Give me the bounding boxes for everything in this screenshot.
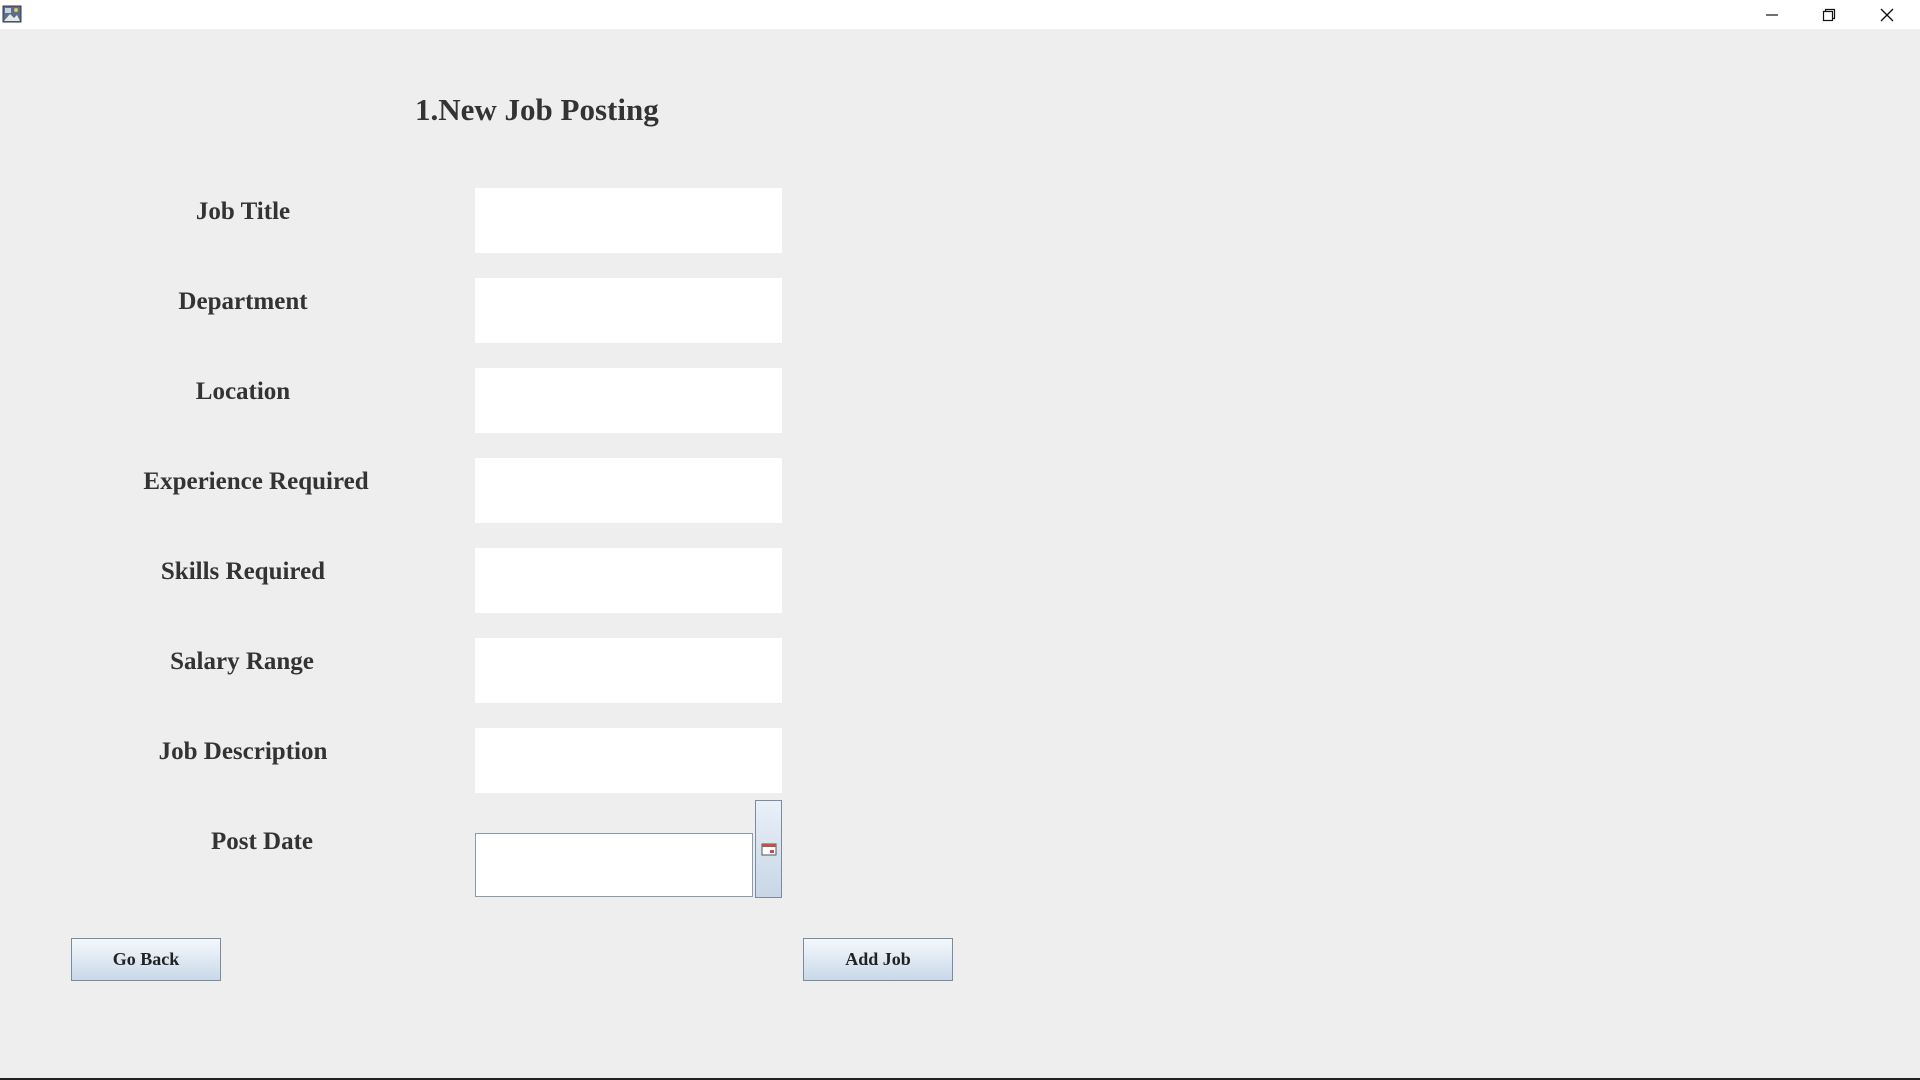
department-input[interactable] — [475, 278, 782, 343]
title-bar — [0, 0, 1920, 29]
post-date-input[interactable] — [475, 833, 753, 897]
close-icon — [1880, 8, 1894, 21]
department-label: Department — [178, 288, 308, 315]
go-back-button[interactable]: Go Back — [71, 938, 221, 981]
experience-required-label: Experience Required — [143, 468, 369, 495]
add-job-button[interactable]: Add Job — [803, 938, 953, 981]
salary-range-input[interactable] — [475, 638, 782, 703]
salary-range-label: Salary Range — [170, 648, 314, 675]
skills-required-input[interactable] — [475, 548, 782, 613]
application-window: 1.New Job Posting Job Title Department L… — [0, 0, 1920, 1080]
minimize-button[interactable] — [1743, 0, 1801, 29]
job-title-input[interactable] — [475, 188, 782, 253]
maximize-button[interactable] — [1800, 0, 1858, 29]
close-button[interactable] — [1858, 0, 1916, 29]
job-title-label: Job Title — [195, 198, 291, 225]
post-date-label: Post Date — [210, 828, 314, 855]
location-label: Location — [195, 378, 291, 405]
location-input[interactable] — [475, 368, 782, 433]
calendar-icon — [761, 843, 776, 856]
date-picker-button[interactable] — [755, 800, 782, 898]
skills-required-label: Skills Required — [160, 558, 326, 585]
job-description-label: Job Description — [158, 738, 328, 765]
page-title: 1.New Job Posting — [415, 92, 659, 127]
minimize-icon — [1766, 13, 1778, 16]
job-description-input[interactable] — [475, 728, 782, 793]
app-icon — [2, 5, 22, 23]
restore-icon — [1822, 8, 1836, 21]
experience-required-input[interactable] — [475, 458, 782, 523]
